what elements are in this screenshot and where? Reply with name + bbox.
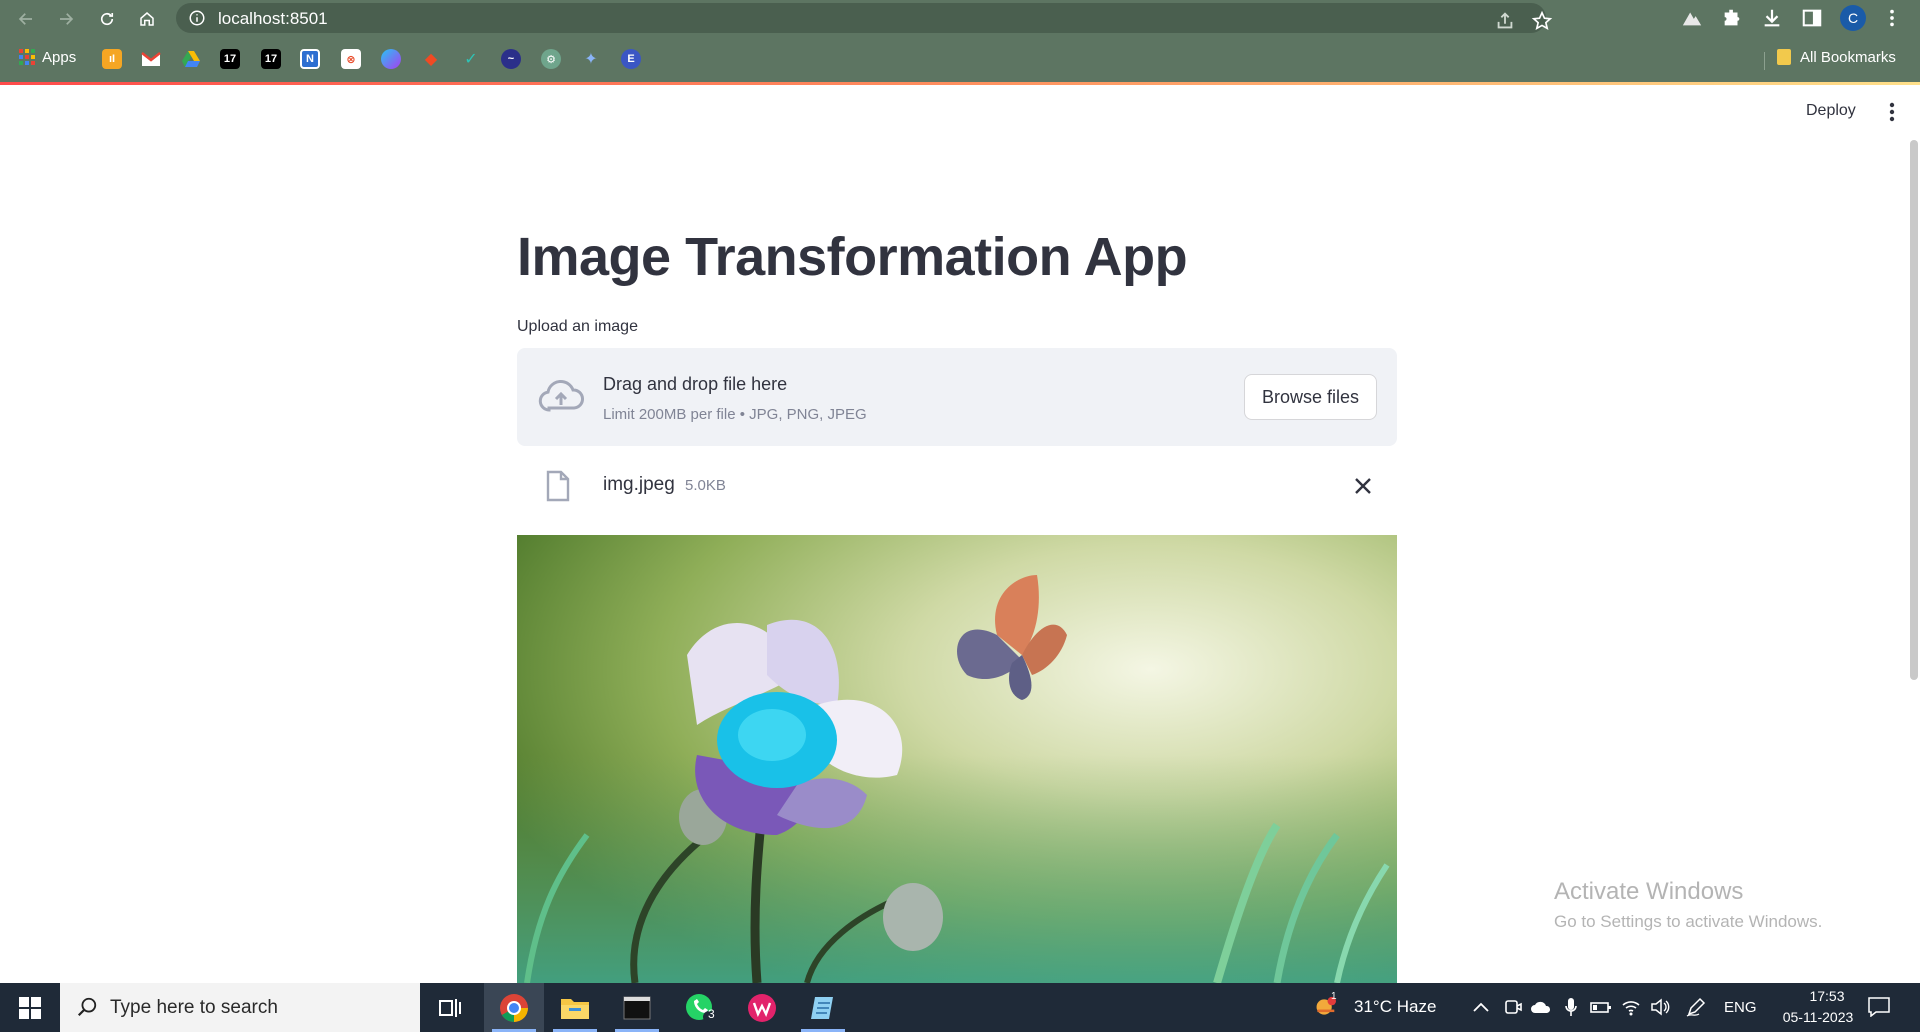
taskbar-search[interactable]: Type here to search — [60, 983, 420, 1032]
dropzone-limits: Limit 200MB per file • JPG, PNG, JPEG — [603, 406, 867, 423]
whatsapp-badge: 3 — [708, 1007, 715, 1021]
apps-grid-icon — [19, 49, 35, 65]
weather-text[interactable]: 31°C Haze — [1354, 997, 1436, 1017]
tv-icon[interactable]: 17 — [220, 49, 240, 69]
search-placeholder: Type here to search — [110, 997, 278, 1018]
forward-button[interactable] — [52, 5, 80, 33]
taskbar-terminal[interactable] — [607, 983, 667, 1032]
download-icon[interactable] — [1760, 6, 1784, 30]
pen-icon[interactable] — [1685, 996, 1707, 1018]
profile-avatar[interactable]: C — [1840, 5, 1866, 31]
chrome-icon — [500, 993, 528, 1022]
taskbar-file-explorer[interactable] — [545, 983, 605, 1032]
chrome-menu-icon[interactable] — [1880, 6, 1904, 30]
uploaded-image-preview — [517, 535, 1397, 983]
arrow-left-icon — [18, 13, 32, 25]
browse-files-button[interactable]: Browse files — [1244, 374, 1377, 420]
bookmarks-bar: Apps ıI 17 17 N ⊗ ◆ ✓ ~ ⚙ ✦ E All Bookma… — [0, 44, 1920, 74]
gmail-icon[interactable] — [141, 49, 161, 69]
side-panel-icon[interactable] — [1800, 6, 1824, 30]
cloud-upload-icon — [538, 379, 584, 412]
volume-icon[interactable] — [1649, 996, 1671, 1018]
nav-row: localhost:8501 C — [0, 0, 1920, 36]
search-icon — [77, 997, 97, 1017]
check-icon[interactable]: ✓ — [461, 49, 481, 69]
n-icon[interactable]: N — [300, 49, 320, 69]
star-icon[interactable] — [1531, 10, 1553, 32]
reload-button[interactable] — [93, 5, 121, 33]
taskbar-whatsapp[interactable]: 3 — [670, 983, 730, 1032]
weather-badge: 1 — [1331, 991, 1337, 1002]
notepad-icon — [811, 996, 833, 1019]
address-bar[interactable]: localhost:8501 — [176, 3, 1553, 33]
meet-now-icon[interactable] — [1502, 996, 1524, 1018]
language-indicator[interactable]: ENG — [1724, 999, 1757, 1016]
sparkle-icon[interactable]: ✦ — [581, 49, 601, 69]
file-icon — [546, 470, 570, 502]
reload-icon — [100, 12, 114, 26]
dropzone-title: Drag and drop file here — [603, 374, 788, 394]
arrow-right-icon — [60, 13, 74, 25]
remote-icon[interactable]: ⊗ — [341, 49, 361, 69]
activate-windows-sub: Go to Settings to activate Windows. — [1554, 912, 1823, 931]
apps-label: Apps — [42, 48, 77, 66]
drive-icon[interactable] — [181, 49, 201, 69]
windows-logo-icon — [19, 996, 41, 1019]
chart-icon[interactable]: ~ — [501, 49, 521, 69]
upload-label: Upload an image — [517, 318, 638, 335]
wps-icon — [748, 993, 776, 1022]
taskbar-notes-app[interactable] — [793, 983, 853, 1032]
folder-icon — [1777, 49, 1791, 65]
browser-toolbar: localhost:8501 C Apps ıI 17 17 N ⊗ ◆ ✓ ~… — [0, 0, 1920, 82]
home-icon — [140, 12, 154, 26]
chatgpt-icon[interactable]: ⚙ — [541, 49, 561, 69]
terminal-icon — [623, 996, 651, 1019]
page-title: Image Transformation App — [517, 227, 1188, 287]
clock-time[interactable]: 17:53 — [1792, 988, 1862, 1004]
task-view-button[interactable] — [420, 983, 480, 1032]
all-bookmarks-label: All Bookmarks — [1800, 48, 1896, 66]
clock-date[interactable]: 05-11-2023 — [1768, 1009, 1868, 1025]
tv-icon-2[interactable]: 17 — [261, 49, 281, 69]
file-dropzone[interactable]: Drag and drop file here Limit 200MB per … — [517, 348, 1397, 446]
chevron-up-icon[interactable] — [1470, 996, 1492, 1018]
battery-icon[interactable] — [1590, 996, 1612, 1018]
e-icon[interactable]: E — [621, 49, 641, 69]
tally-icon[interactable]: ıI — [102, 49, 122, 69]
back-button[interactable] — [12, 5, 40, 33]
page-scrollbar[interactable] — [1910, 140, 1918, 680]
share-icon[interactable] — [1494, 10, 1516, 32]
file-size: 5.0KB — [685, 477, 726, 494]
status-decoration-bar — [0, 82, 1920, 85]
taskbar-wps[interactable] — [732, 983, 792, 1032]
windows-taskbar: Type here to search 3 1 31°C Haze ENG 17… — [0, 983, 1920, 1032]
all-bookmarks[interactable]: All Bookmarks — [1776, 48, 1896, 66]
start-button[interactable] — [0, 983, 60, 1032]
activate-windows-title: Activate Windows — [1554, 878, 1744, 905]
notification-icon[interactable] — [1868, 996, 1890, 1018]
wifi-icon[interactable] — [1620, 996, 1642, 1018]
info-icon[interactable] — [188, 9, 206, 27]
deploy-button[interactable]: Deploy — [1806, 102, 1856, 120]
file-name: img.jpeg — [603, 474, 675, 495]
main-menu-icon[interactable] — [1882, 100, 1902, 124]
globe-icon[interactable] — [381, 49, 401, 69]
onedrive-cloud-icon[interactable] — [1530, 996, 1552, 1018]
bookmark-apps[interactable]: Apps — [18, 48, 76, 66]
taskbar-chrome[interactable] — [484, 983, 544, 1032]
flower-butterfly-image — [517, 535, 1397, 983]
extension-mountain-icon[interactable] — [1680, 6, 1704, 30]
url-text[interactable]: localhost:8501 — [218, 9, 328, 29]
extensions-puzzle-icon[interactable] — [1720, 6, 1744, 30]
folder-icon — [561, 998, 589, 1019]
uploaded-file-row: img.jpeg 5.0KB — [517, 466, 1397, 506]
task-view-icon — [439, 998, 461, 1017]
microphone-icon[interactable] — [1560, 996, 1582, 1018]
tag-icon[interactable]: ◆ — [421, 49, 441, 69]
bookmark-separator — [1764, 52, 1765, 70]
remove-file-icon[interactable] — [1351, 474, 1375, 498]
home-button[interactable] — [133, 5, 161, 33]
